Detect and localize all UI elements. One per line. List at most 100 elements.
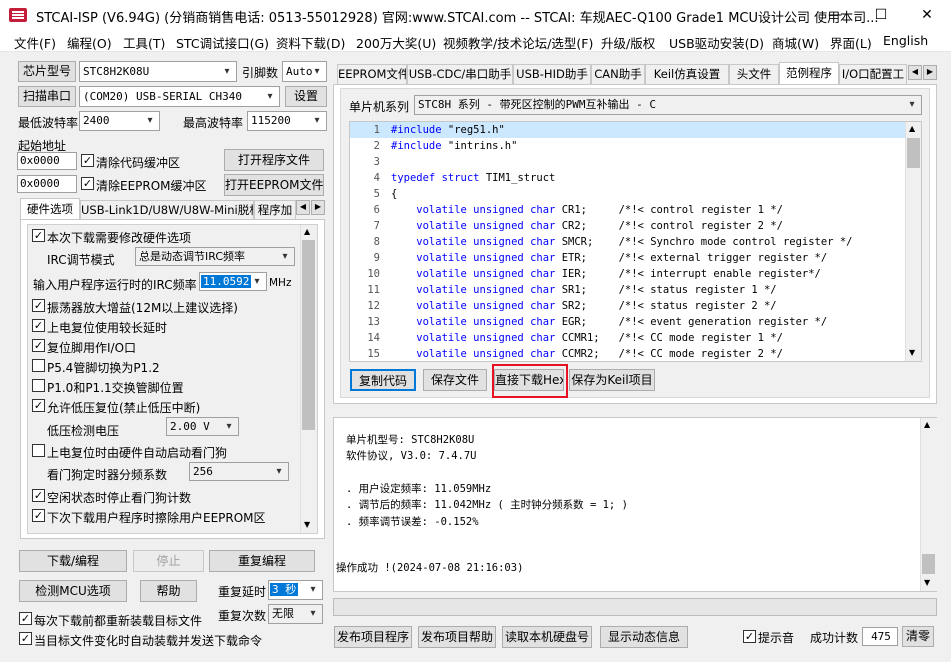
- line-number: 3: [373, 156, 380, 168]
- menu-program[interactable]: 编程(O): [67, 33, 112, 52]
- min-baud-select[interactable]: 2400 ▾: [79, 111, 160, 131]
- tab-scroll-right-icon[interactable]: ▶: [311, 200, 325, 215]
- tab-scroll-left-icon[interactable]: ◀: [908, 65, 922, 80]
- irc-mode-select[interactable]: 总是动态调节IRC频率 ▾: [135, 247, 295, 266]
- copy-code-button[interactable]: 复制代码: [350, 369, 416, 391]
- eeprom-address-input[interactable]: 0x0000: [17, 175, 77, 193]
- hw-change-checkbox[interactable]: ✓: [32, 229, 45, 242]
- menu-video-forum[interactable]: 视频教学/技术论坛/选型(F): [443, 33, 593, 52]
- chip-model-button[interactable]: 芯片型号: [18, 61, 76, 82]
- tab-header-file[interactable]: 头文件: [729, 64, 779, 84]
- scroll-down-icon[interactable]: ▼: [924, 578, 930, 587]
- auto-load-on-change-checkbox[interactable]: ✓: [19, 632, 32, 645]
- por-delay-checkbox[interactable]: ✓: [32, 319, 45, 332]
- check-mcu-button[interactable]: 检测MCU选项: [19, 580, 127, 602]
- wdt-idle-checkbox[interactable]: ✓: [32, 489, 45, 502]
- stop-button[interactable]: 停止: [133, 550, 204, 572]
- erase-eeprom-checkbox[interactable]: ✓: [32, 509, 45, 522]
- line-number: 14: [367, 332, 380, 344]
- settings-button[interactable]: 设置: [285, 86, 327, 107]
- menu-tools[interactable]: 工具(T): [123, 33, 165, 52]
- reset-io-checkbox[interactable]: ✓: [32, 339, 45, 352]
- menu-interface[interactable]: 界面(L): [830, 33, 872, 52]
- read-disk-id-button[interactable]: 读取本机硬盘号: [502, 626, 592, 648]
- minimize-button[interactable]: —: [812, 0, 858, 30]
- show-dynamic-info-button[interactable]: 显示动态信息: [600, 626, 688, 648]
- save-keil-project-button[interactable]: 保存为Keil项目: [569, 369, 655, 391]
- reprogram-button[interactable]: 重复编程: [209, 550, 315, 572]
- tab-usb-cdc-serial[interactable]: USB-CDC/串口助手: [407, 64, 513, 84]
- scroll-down-icon[interactable]: ▼: [909, 348, 915, 357]
- maximize-button[interactable]: ☐: [858, 0, 904, 30]
- tab-scroll-right-icon[interactable]: ▶: [923, 65, 937, 80]
- osc-gain-checkbox[interactable]: ✓: [32, 299, 45, 312]
- success-count-field: 475: [862, 627, 898, 646]
- chevron-down-icon: ▾: [224, 66, 230, 77]
- menu-upgrade[interactable]: 升级/版权: [601, 33, 655, 52]
- reload-before-download-checkbox[interactable]: ✓: [19, 612, 32, 625]
- pin-count-select[interactable]: Auto ▾: [282, 61, 327, 82]
- lvd-select[interactable]: 2.00 V ▾: [166, 417, 239, 436]
- open-program-file-button[interactable]: 打开程序文件: [224, 149, 324, 171]
- code-text: volatile unsigned char SR2; /*!< status …: [391, 298, 776, 314]
- save-file-button[interactable]: 保存文件: [423, 369, 487, 391]
- beep-checkbox[interactable]: ✓: [743, 630, 756, 643]
- tab-hardware-options[interactable]: 硬件选项: [20, 198, 80, 220]
- p10-swap-checkbox[interactable]: [32, 379, 45, 392]
- scroll-up-icon[interactable]: ▲: [924, 420, 930, 429]
- log-scrollbar-thumb[interactable]: [922, 554, 935, 574]
- open-eeprom-file-button[interactable]: 打开EEPROM文件: [224, 174, 324, 196]
- output-log[interactable]: 单片机型号: STC8H2K08U 软件协议, V3.0: 7.4.7U . 用户设…: [333, 417, 937, 592]
- tab-example-programs[interactable]: 范例程序: [779, 62, 839, 84]
- tab-usb-hid[interactable]: USB-HID助手: [513, 64, 591, 84]
- download-program-button[interactable]: 下载/编程: [19, 550, 127, 572]
- port-select[interactable]: (COM20) USB-SERIAL CH340 ▾: [79, 86, 280, 107]
- scan-port-button[interactable]: 扫描串口: [18, 86, 76, 107]
- menu-store[interactable]: 商城(W): [772, 33, 819, 52]
- scroll-up-icon[interactable]: ▲: [909, 124, 915, 133]
- wdt-prescale-select[interactable]: 256 ▾: [189, 462, 289, 481]
- tab-program-encrypt[interactable]: 程序加: [254, 200, 296, 220]
- pin-count-value: Auto: [286, 65, 313, 78]
- clear-count-button[interactable]: 清零: [902, 626, 934, 647]
- clear-eeprom-buffer-checkbox[interactable]: ✓: [81, 177, 94, 190]
- menu-prize[interactable]: 200万大奖(U): [356, 33, 436, 52]
- code-line: 14 volatile unsigned char CCMR1; /*!< CC…: [350, 330, 906, 346]
- clear-code-buffer-checkbox[interactable]: ✓: [81, 154, 94, 167]
- p54-switch-checkbox[interactable]: [32, 359, 45, 372]
- code-address-input[interactable]: 0x0000: [17, 152, 77, 170]
- code-editor[interactable]: 1 #include "reg51.h" 2 #include "intrins.h"…: [349, 121, 922, 362]
- publish-program-button[interactable]: 发布项目程序: [334, 626, 412, 648]
- tab-io-config[interactable]: I/O口配置工: [839, 64, 907, 84]
- tab-eeprom-file[interactable]: EEPROM文件: [337, 64, 407, 84]
- tab-can-helper[interactable]: CAN助手: [591, 64, 645, 84]
- progress-bar: [333, 598, 937, 616]
- repeat-delay-select[interactable]: 3 秒 ▾: [268, 580, 323, 600]
- tab-scroll-left-icon[interactable]: ◀: [296, 200, 310, 215]
- tab-keil-sim[interactable]: Keil仿真设置: [645, 64, 729, 84]
- tab-usb-link-offline[interactable]: USB-Link1D/U8W/U8W-Mini脱机: [80, 200, 254, 220]
- publish-help-button[interactable]: 发布项目帮助: [418, 626, 496, 648]
- scroll-up-icon[interactable]: ▲: [304, 227, 310, 236]
- repeat-count-select[interactable]: 无限 ▾: [268, 604, 323, 624]
- menu-downloads[interactable]: 资料下载(D): [276, 33, 345, 52]
- menu-file[interactable]: 文件(F): [14, 33, 56, 52]
- wdt-prescale-label: 看门狗定时器分频系数: [47, 468, 168, 482]
- code-token: volatile unsigned char: [391, 300, 556, 312]
- code-text: #include "reg51.h": [391, 122, 505, 138]
- lvr-checkbox[interactable]: ✓: [32, 399, 45, 412]
- help-button[interactable]: 帮助: [140, 580, 197, 602]
- wdt-auto-checkbox[interactable]: [32, 444, 45, 457]
- irc-freq-select[interactable]: 11.0592 ▾: [199, 272, 267, 291]
- options-scrollbar-thumb[interactable]: [302, 240, 315, 430]
- code-token: volatile unsigned char: [391, 316, 556, 328]
- code-scrollbar-thumb[interactable]: [907, 138, 920, 168]
- mcu-series-select[interactable]: STC8H 系列 - 带死区控制的PWM互补输出 - C ▾: [414, 95, 922, 115]
- menu-debug-interface[interactable]: STC调试接口(G): [176, 33, 269, 52]
- menu-english[interactable]: English: [883, 33, 928, 48]
- menu-usb-driver[interactable]: USB驱动安装(D): [669, 33, 764, 52]
- chip-model-select[interactable]: STC8H2K08U ▾: [79, 61, 237, 82]
- max-baud-select[interactable]: 115200 ▾: [247, 111, 327, 131]
- close-button[interactable]: ✕: [904, 0, 950, 30]
- scroll-down-icon[interactable]: ▼: [304, 520, 310, 529]
